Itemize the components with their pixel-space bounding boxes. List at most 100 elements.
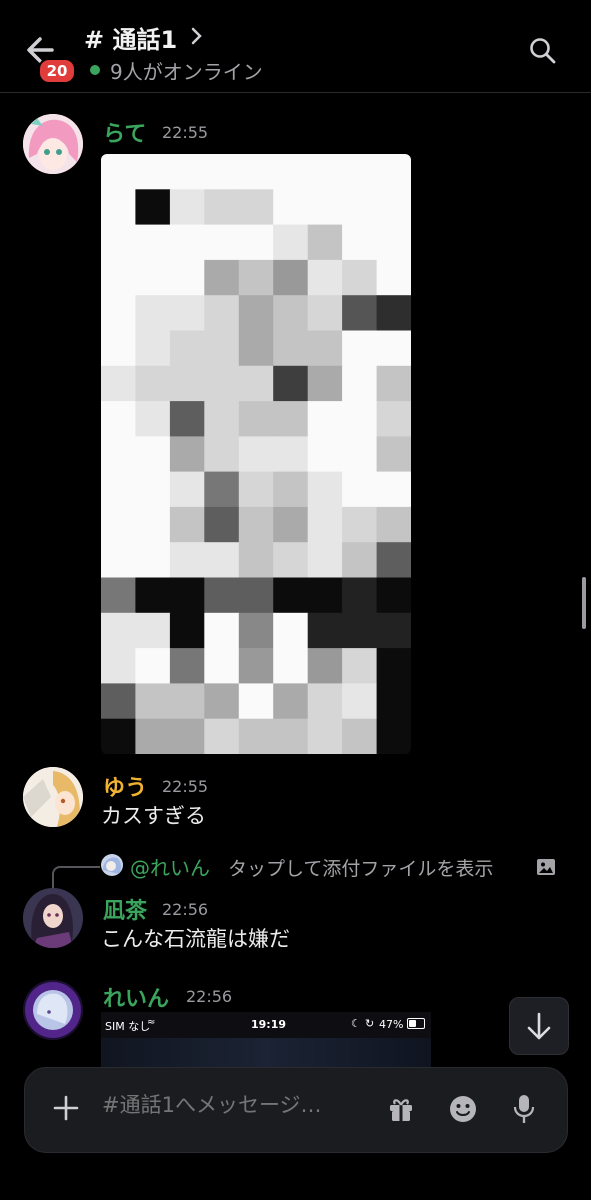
mosaic-block (204, 330, 240, 367)
mosaic-block (169, 295, 205, 332)
unread-badge: 20 (38, 58, 76, 84)
mosaic-block (238, 718, 274, 754)
mosaic-block (376, 612, 411, 649)
mosaic-block (169, 577, 205, 614)
mosaic-block (273, 542, 309, 579)
mosaic-block (169, 683, 205, 720)
image-attachment[interactable] (101, 154, 411, 754)
mosaic-block (135, 295, 171, 332)
emoji-icon[interactable] (449, 1095, 477, 1123)
online-status-dot (90, 65, 100, 75)
reply-connector (52, 866, 100, 890)
avatar[interactable] (23, 114, 83, 174)
mosaic-block (238, 648, 274, 684)
image-attachment[interactable]: SIM なし ≈ 19:19 ☾ ↻ 47% (101, 1012, 431, 1072)
mosaic-block (307, 683, 343, 720)
online-count: 9人がオンライン (110, 60, 263, 84)
mosaic-block (307, 612, 343, 649)
mosaic-block (101, 259, 136, 296)
mosaic-block (376, 436, 411, 473)
mosaic-block (135, 683, 171, 720)
message-input[interactable] (100, 1092, 374, 1118)
mosaic-block (273, 612, 309, 649)
mosaic-block (376, 401, 411, 437)
mosaic-block (238, 471, 274, 508)
avatar[interactable] (23, 767, 83, 827)
mosaic-block (307, 154, 343, 190)
mosaic-block (204, 154, 240, 190)
mosaic-block (342, 471, 378, 508)
avatar[interactable] (23, 888, 83, 948)
mosaic-block (273, 189, 309, 226)
reply-avatar (101, 854, 123, 876)
channel-header: 20 # 通話1 9人がオンライン (0, 0, 591, 93)
mosaic-block (169, 648, 205, 684)
reply-avatar-image (101, 854, 123, 876)
mosaic-block (376, 295, 411, 332)
mosaic-block (169, 718, 205, 754)
scrollbar-thumb[interactable] (582, 577, 586, 629)
mosaic-block (101, 154, 136, 190)
avatar[interactable] (23, 980, 83, 1040)
mosaic-block (238, 612, 274, 649)
mosaic-block (238, 189, 274, 226)
mosaic-block (101, 542, 136, 579)
mosaic-block (135, 330, 171, 367)
wifi-icon: ≈ (147, 1017, 156, 1028)
author-name[interactable]: れいん (103, 981, 169, 1013)
mosaic-block (204, 295, 240, 332)
microphone-icon[interactable] (513, 1094, 535, 1124)
gift-icon[interactable] (388, 1096, 414, 1122)
jump-to-latest-button[interactable] (509, 997, 569, 1055)
mosaic-block (342, 295, 378, 332)
mosaic-block (307, 542, 343, 579)
mosaic-block (273, 471, 309, 508)
chevron-right-icon[interactable] (188, 22, 206, 50)
mosaic-block (307, 506, 343, 543)
mosaic-block (376, 718, 411, 754)
lock-rotation-icon: ↻ (365, 1017, 375, 1030)
mosaic-block (204, 259, 240, 296)
mosaic-block (342, 224, 378, 261)
mosaic-block (273, 506, 309, 543)
mosaic-block (342, 683, 378, 720)
mosaic-block (307, 718, 343, 754)
mosaic-block (376, 154, 411, 190)
mosaic-block (101, 365, 136, 402)
avatar-image (23, 767, 83, 827)
reply-preview[interactable]: タップして添付ファイルを表示 (228, 854, 493, 881)
mosaic-block (204, 224, 240, 261)
message-text: カスすぎる (101, 804, 206, 828)
mosaic-block (376, 471, 411, 508)
mosaic-block (273, 683, 309, 720)
message-time: 22:55 (162, 777, 209, 796)
mosaic-block (204, 683, 240, 720)
mosaic-block (135, 365, 171, 402)
moon-icon: ☾ (351, 1017, 361, 1030)
mosaic-block (342, 365, 378, 402)
mosaic-block (307, 295, 343, 332)
carrier-text: SIM なし (105, 1020, 151, 1033)
plus-icon[interactable] (52, 1094, 80, 1122)
mosaic-block (342, 189, 378, 226)
mosaic-block (342, 612, 378, 649)
mosaic-block (273, 259, 309, 296)
author-name[interactable]: 凪茶 (103, 893, 147, 925)
channel-title[interactable]: # 通話1 (84, 20, 177, 55)
message-time: 22:56 (186, 987, 233, 1006)
mosaic-block (204, 542, 240, 579)
mosaic-block (204, 365, 240, 402)
mosaic-block (273, 330, 309, 367)
mosaic-block (238, 436, 274, 473)
mosaic-block (135, 612, 171, 649)
mosaic-block (101, 683, 136, 720)
author-name[interactable]: らて (103, 116, 146, 148)
reply-mention[interactable]: @れいん (130, 852, 210, 881)
search-icon[interactable] (528, 36, 558, 66)
mosaic-block (238, 506, 274, 543)
author-name[interactable]: ゆう (103, 770, 147, 802)
mosaic-block (376, 365, 411, 402)
mosaic-block (273, 401, 309, 437)
mosaic-block (169, 542, 205, 579)
mosaic-block (376, 224, 411, 261)
